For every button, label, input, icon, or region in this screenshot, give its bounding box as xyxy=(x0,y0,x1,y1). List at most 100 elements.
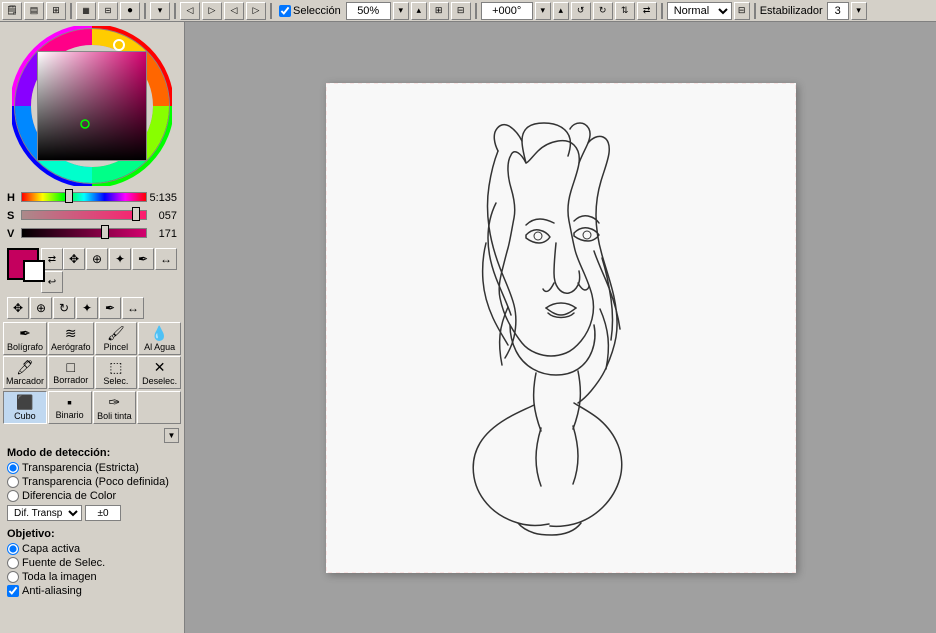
stab-down[interactable]: ▾ xyxy=(851,2,867,20)
tool-extra[interactable] xyxy=(137,391,181,424)
tool-t2[interactable]: ⊕ xyxy=(30,297,52,319)
pen-label: Bolígrafo xyxy=(6,342,44,352)
nav-left[interactable]: ◁ xyxy=(180,2,200,20)
detection-radio-input-0[interactable] xyxy=(7,462,19,474)
zoom-up[interactable]: ▴ xyxy=(411,2,427,20)
toolbar-icon-1[interactable]: 🗒 xyxy=(2,2,22,20)
nav-right[interactable]: ▷ xyxy=(202,2,222,20)
nav-right2[interactable]: ▷ xyxy=(246,2,266,20)
tool-arrow[interactable]: ↔ xyxy=(155,248,177,270)
zoom-down[interactable]: ▾ xyxy=(393,2,409,20)
airbrush-icon: ≋ xyxy=(51,325,91,342)
rot-up[interactable]: ▴ xyxy=(553,2,569,20)
v-slider[interactable] xyxy=(21,228,147,240)
s-thumb[interactable] xyxy=(132,207,140,221)
zoom-btn2[interactable]: ⊟ xyxy=(451,2,471,20)
objetivo-radio-input-2[interactable] xyxy=(7,571,19,583)
v-label: V xyxy=(7,228,19,240)
anti-aliasing-checkbox[interactable] xyxy=(7,585,19,597)
background-swatch[interactable] xyxy=(23,260,45,282)
tool-t1[interactable]: ✥ xyxy=(7,297,29,319)
marker-label: Marcador xyxy=(6,376,44,386)
drawing-canvas xyxy=(326,83,796,573)
objetivo-radio-input-0[interactable] xyxy=(7,543,19,555)
rot-btn1[interactable]: ↺ xyxy=(571,2,591,20)
detection-option-2: Diferencia de Color xyxy=(22,490,116,502)
tool-move[interactable]: ✥ xyxy=(63,248,85,270)
toolbar-grid-2[interactable]: ⊟ xyxy=(98,2,118,20)
binary-icon: ▪ xyxy=(51,394,89,410)
zoom-input[interactable] xyxy=(346,2,391,20)
brush-tool-marker[interactable]: 🖊 Marcador xyxy=(3,356,47,389)
tool-eyedrop[interactable]: ✒ xyxy=(132,248,154,270)
sep-6 xyxy=(661,3,663,19)
color-swatches[interactable] xyxy=(7,248,37,288)
detection-option-1: Transparencia (Poco definida) xyxy=(22,476,169,488)
toolbar-circle[interactable]: ● xyxy=(120,2,140,20)
scroll-down-btn[interactable]: ▼ xyxy=(164,428,179,443)
tool-bucket[interactable]: ⬛ Cubo xyxy=(3,391,47,424)
color-wheel-container[interactable] xyxy=(12,26,172,186)
brush-tool-deselect[interactable]: ✕ Deselec. xyxy=(138,356,181,389)
sep-4 xyxy=(270,3,272,19)
brush-tool-eraser[interactable]: □ Borrador xyxy=(48,356,94,389)
selection-checkbox[interactable] xyxy=(279,5,291,17)
dif-transp-input[interactable] xyxy=(85,505,121,521)
tool-t5[interactable]: ✒ xyxy=(99,297,121,319)
v-row: V 171 xyxy=(7,226,177,242)
scroll-btn-row: ▼ xyxy=(3,428,181,443)
rot-btn3[interactable]: ⇅ xyxy=(615,2,635,20)
nav-tool-grid: ✥ ⊕ ✦ ✒ ↔ xyxy=(63,248,177,270)
tool-t6[interactable]: ↔ xyxy=(122,297,144,319)
detection-option-0: Transparencia (Estricta) xyxy=(22,462,139,474)
h-slider[interactable] xyxy=(21,192,147,204)
toolbar-grid-1[interactable]: ▦ xyxy=(76,2,96,20)
v-thumb[interactable] xyxy=(101,225,109,239)
brush-tool-select[interactable]: ⬚ Selec. xyxy=(95,356,138,389)
detection-radio-1: Transparencia (Poco definida) xyxy=(7,476,177,488)
anti-aliasing-row: Anti-aliasing xyxy=(7,585,177,597)
toolbar-icon-2[interactable]: ▤ xyxy=(24,2,44,20)
tool-t3[interactable]: ↻ xyxy=(53,297,75,319)
stabilizer-input[interactable] xyxy=(827,2,849,20)
color-wheel-overlay[interactable] xyxy=(12,26,172,186)
tool-binary[interactable]: ▪ Binario xyxy=(48,391,92,424)
rotation-input[interactable] xyxy=(481,2,533,20)
rot-btn4[interactable]: ⇄ xyxy=(637,2,657,20)
sep-2 xyxy=(144,3,146,19)
blend-btn[interactable]: ⊟ xyxy=(734,2,750,20)
objetivo-radio-input-1[interactable] xyxy=(7,557,19,569)
tool-ink[interactable]: ✑ Boli tinta xyxy=(93,391,137,424)
tool-hand[interactable]: ✦ xyxy=(109,248,131,270)
select-label: Selec. xyxy=(98,376,135,386)
rot-down[interactable]: ▾ xyxy=(535,2,551,20)
detection-section: Modo de detección: Transparencia (Estric… xyxy=(3,447,181,524)
sep-5 xyxy=(475,3,477,19)
s-track xyxy=(21,210,147,220)
s-slider[interactable] xyxy=(21,210,147,222)
detection-radio-input-2[interactable] xyxy=(7,490,19,502)
canvas-area[interactable] xyxy=(185,22,936,633)
detection-title: Modo de detección: xyxy=(7,447,177,459)
brush-tool-brush[interactable]: 🖌 Pincel xyxy=(95,322,138,355)
tool-t4[interactable]: ✦ xyxy=(76,297,98,319)
main-area: H 5:135 S 057 V xyxy=(0,22,936,633)
ink-icon: ✑ xyxy=(96,394,134,411)
dif-transp-select[interactable]: Dif. Transp xyxy=(7,505,82,521)
detection-radio-0: Transparencia (Estricta) xyxy=(7,462,177,474)
dif-transp-row: Dif. Transp xyxy=(7,505,177,521)
zoom-btn[interactable]: ⊞ xyxy=(429,2,449,20)
brush-tool-pen[interactable]: ✒ Bolígrafo xyxy=(3,322,47,355)
eraser-label: Borrador xyxy=(51,375,91,385)
rot-btn2[interactable]: ↻ xyxy=(593,2,613,20)
blend-mode-select[interactable]: Normal xyxy=(667,2,732,20)
h-thumb[interactable] xyxy=(65,189,73,203)
brush-tool-airbrush[interactable]: ≋ Aerógrafo xyxy=(48,322,94,355)
detection-radio-input-1[interactable] xyxy=(7,476,19,488)
nav-left2[interactable]: ◁ xyxy=(224,2,244,20)
toolbar-icon-3[interactable]: ⊞ xyxy=(46,2,66,20)
tool-zoom[interactable]: ⊕ xyxy=(86,248,108,270)
toolbar-dropdown[interactable]: ▾ xyxy=(150,2,170,20)
brush-tool-water[interactable]: 💧 Al Agua xyxy=(138,322,181,355)
airbrush-label: Aerógrafo xyxy=(51,342,91,352)
